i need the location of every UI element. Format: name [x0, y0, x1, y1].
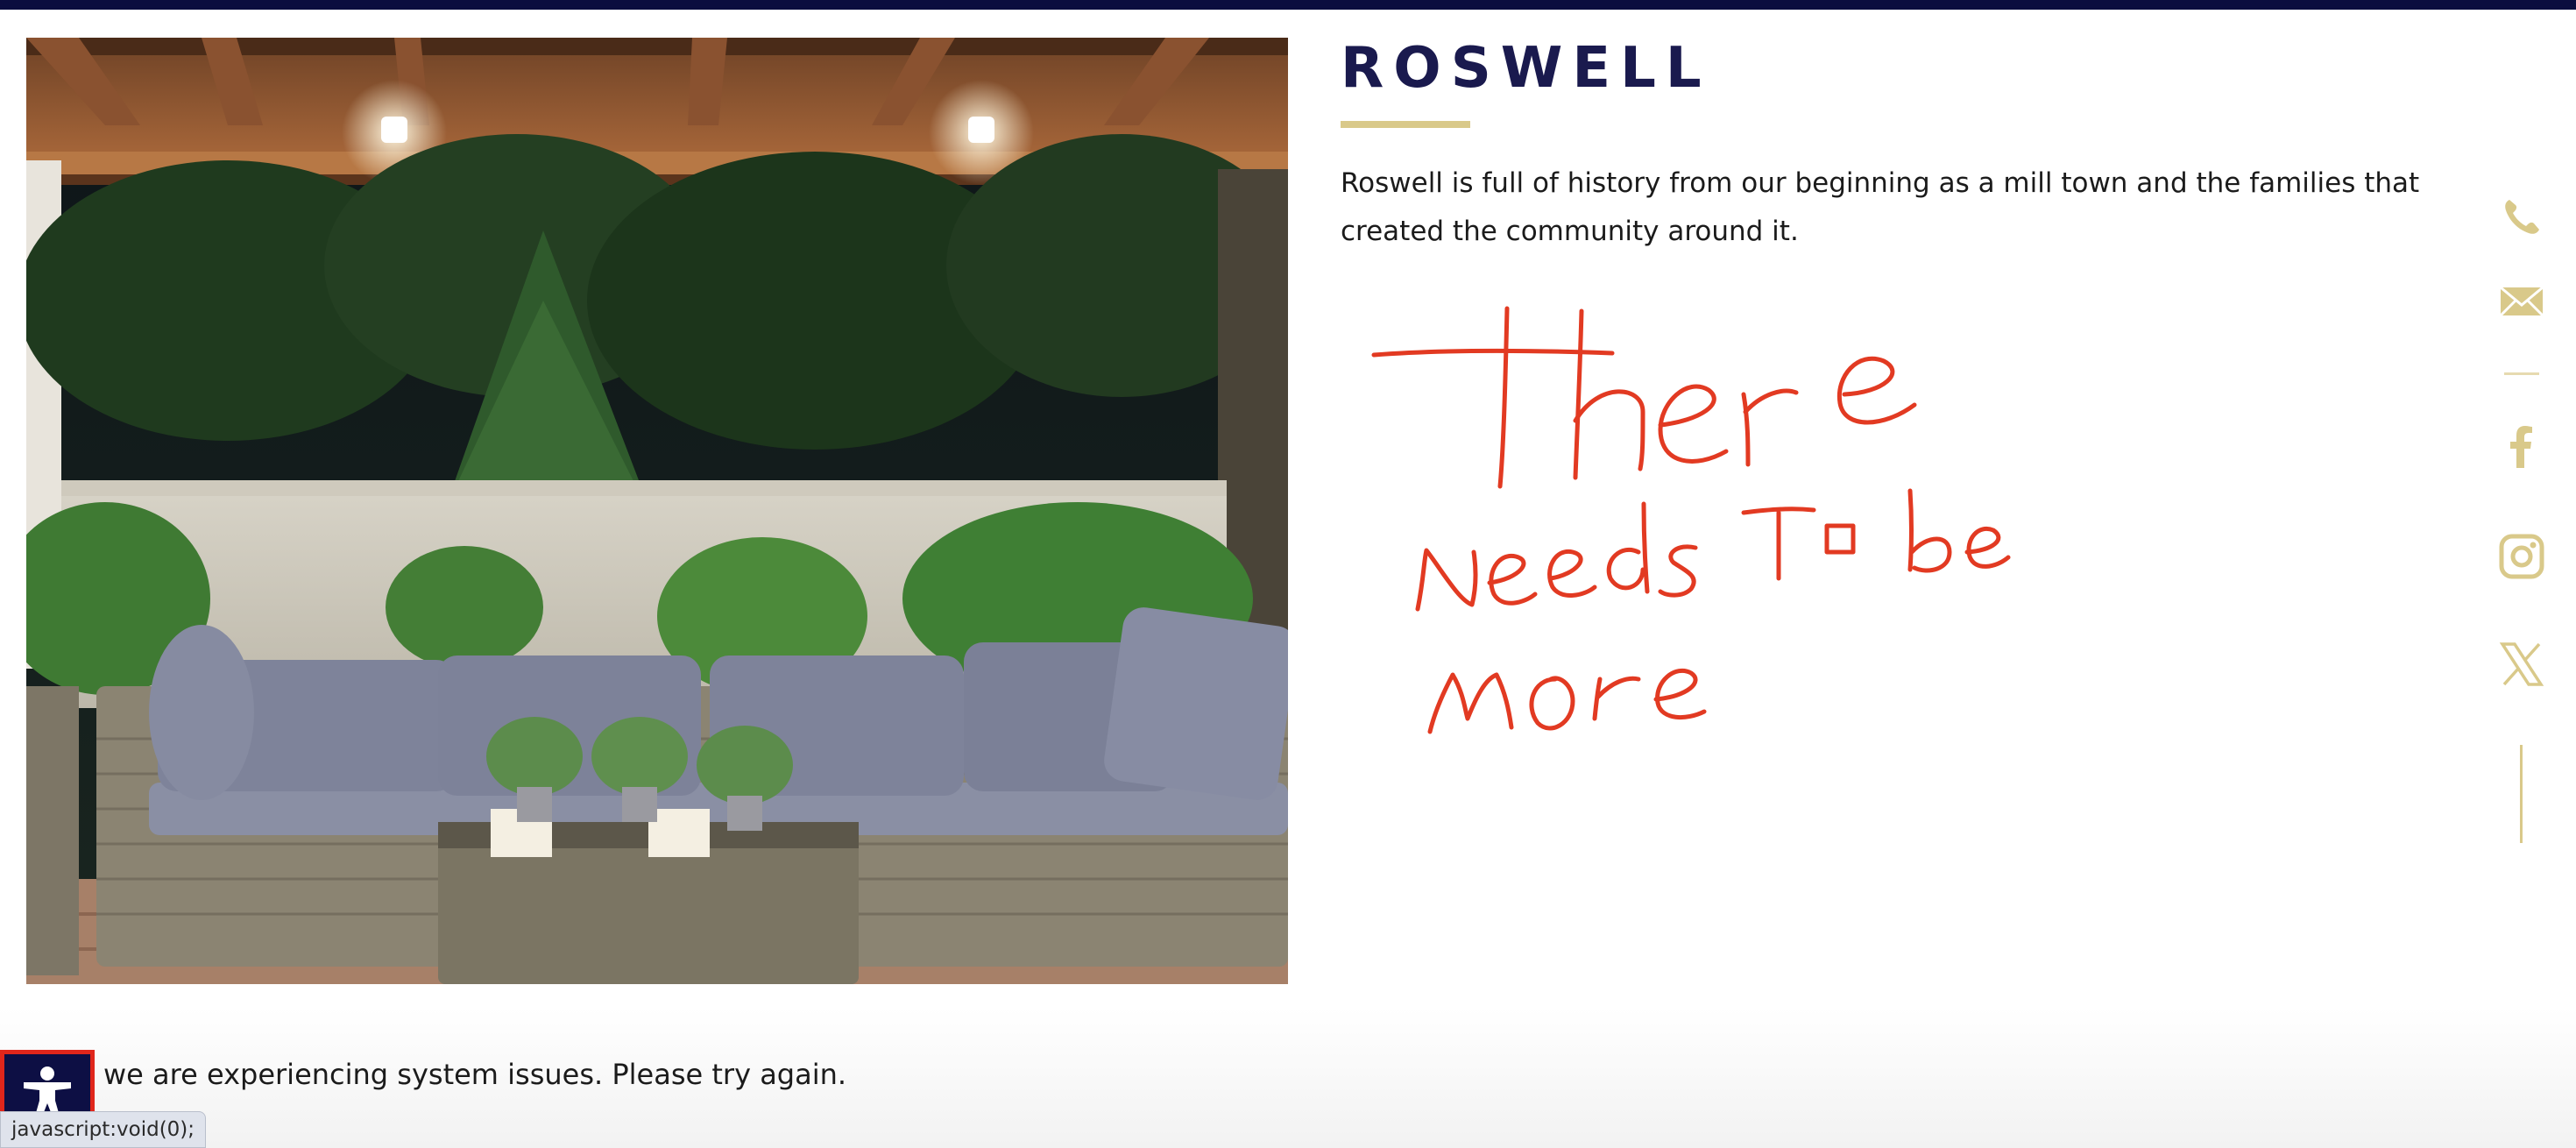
patio-photo [26, 38, 1288, 984]
handwritten-annotation [1371, 306, 2011, 734]
phone-icon[interactable] [2497, 193, 2546, 242]
rail-divider [2504, 372, 2539, 375]
page-title: ROSWELL [1341, 36, 1711, 101]
x-icon[interactable] [2497, 640, 2546, 689]
status-bar-url: javascript:void(0); [0, 1111, 207, 1148]
system-error-message: we are experiencing system issues. Pleas… [103, 1058, 847, 1091]
social-rail [2488, 193, 2558, 859]
location-description: Roswell is full of history from our begi… [1341, 167, 2420, 247]
instagram-icon[interactable] [2497, 532, 2546, 581]
email-icon[interactable] [2497, 276, 2546, 325]
top-accent-bar [0, 0, 2576, 10]
title-underline [1341, 121, 1470, 128]
rail-line [2520, 745, 2523, 843]
facebook-icon[interactable] [2497, 422, 2546, 471]
